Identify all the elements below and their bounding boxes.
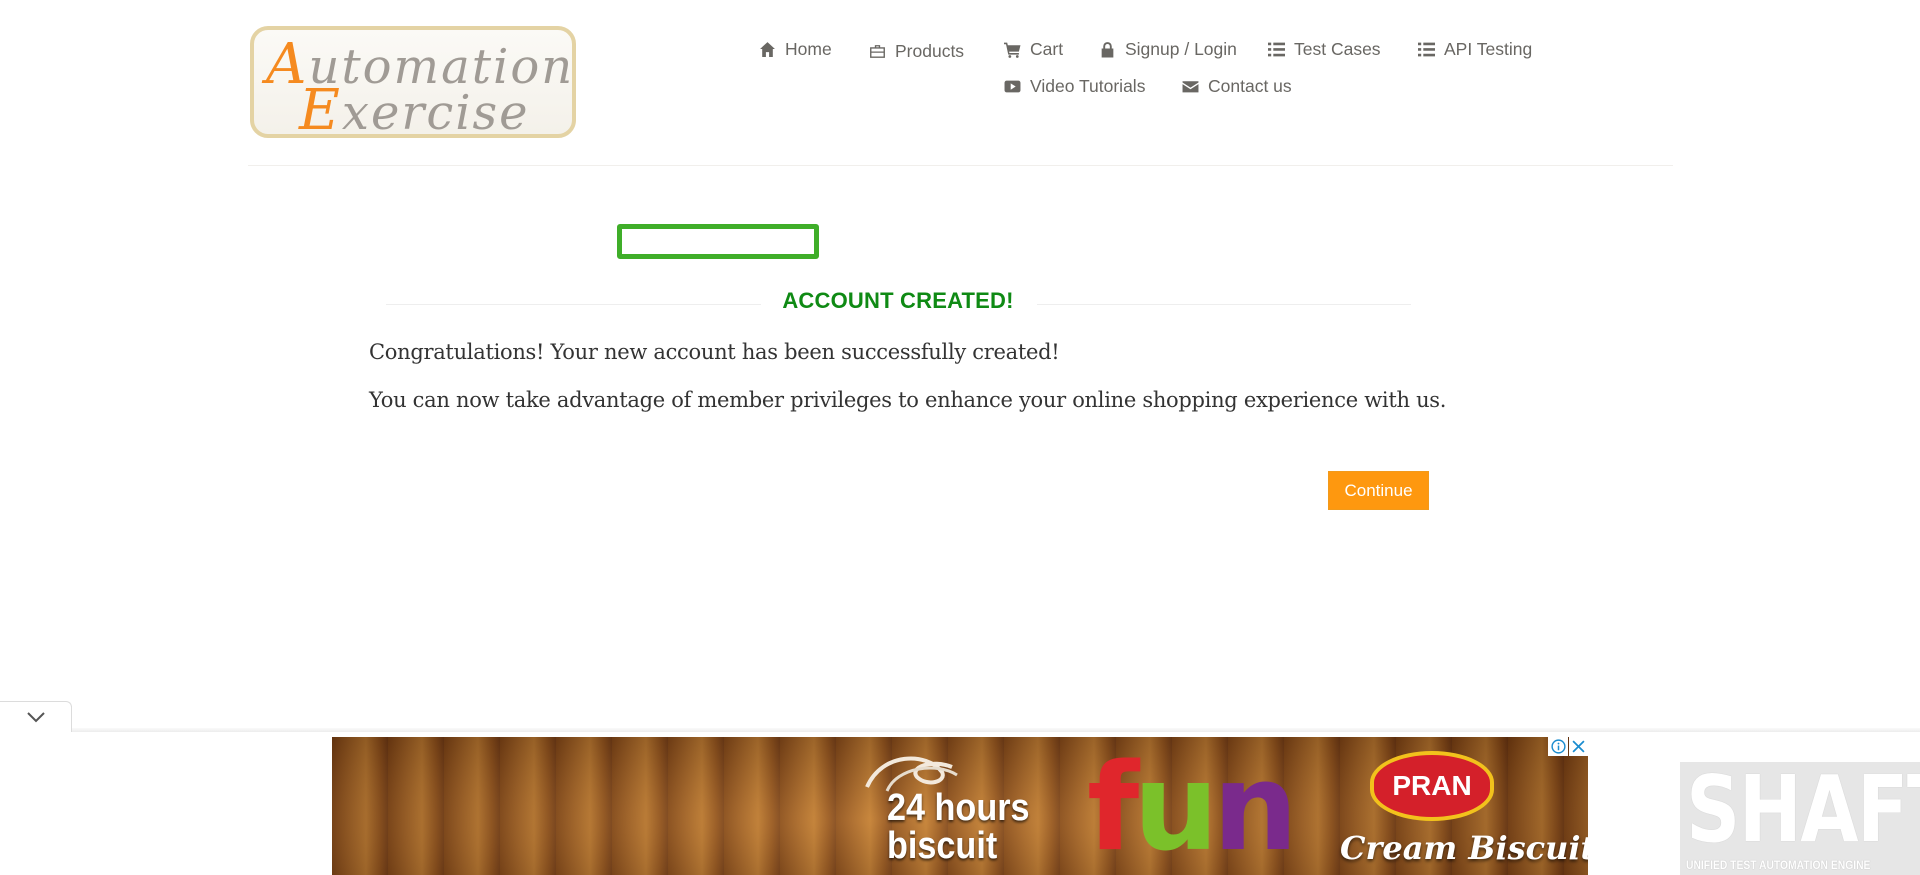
list-icon	[1268, 42, 1285, 57]
ad-banner[interactable]: 24 hours biscuit fun PRAN Cream Biscuit	[332, 737, 1588, 875]
chevron-down-icon	[26, 712, 45, 723]
nav-api-testing-label: API Testing	[1444, 39, 1533, 59]
member-privileges-message: You can now take advantage of member pri…	[369, 388, 1447, 412]
continue-button[interactable]: Continue	[1328, 471, 1429, 510]
youtube-play-icon	[1004, 80, 1021, 93]
lock-icon	[1101, 42, 1114, 58]
nav-contact-us-label: Contact us	[1208, 76, 1292, 96]
nav-contact-us[interactable]: Contact us	[1182, 76, 1292, 97]
account-created-heading: ACCOUNT CREATED!	[782, 288, 1014, 313]
ad-collapse-toggle[interactable]	[0, 701, 72, 732]
briefcase-icon	[870, 45, 885, 58]
nav-api-testing[interactable]: API Testing	[1418, 39, 1532, 60]
nav-video-tutorials[interactable]: Video Tutorials	[1004, 76, 1145, 97]
ad-headline: 24 hours biscuit	[887, 789, 1030, 865]
info-icon	[1550, 739, 1566, 754]
nav-cart-label: Cart	[1030, 39, 1064, 59]
list-icon	[1418, 42, 1435, 57]
ad-product-name: Cream Biscuit	[1340, 829, 1588, 867]
nav-home-label: Home	[785, 39, 832, 59]
close-icon	[1572, 740, 1585, 753]
shaft-watermark: SHAFT UNIFIED TEST AUTOMATION ENGINE	[1680, 762, 1920, 875]
nav-home[interactable]: Home	[759, 39, 832, 60]
fun-logo: fun	[1087, 739, 1298, 875]
main-navigation: Home Products Cart Signup / Login Test C…	[0, 0, 1920, 110]
shopping-cart-icon	[1004, 42, 1021, 58]
congratulations-message: Congratulations! Your new account has be…	[369, 340, 1060, 364]
nav-video-tutorials-label: Video Tutorials	[1030, 76, 1146, 96]
ad-headline-line-2: biscuit	[887, 825, 998, 867]
nav-test-cases[interactable]: Test Cases	[1268, 39, 1381, 60]
home-icon	[760, 42, 775, 57]
nav-signup-login[interactable]: Signup / Login	[1099, 39, 1237, 60]
nav-signup-login-label: Signup / Login	[1125, 39, 1237, 59]
nav-products-label: Products	[895, 41, 965, 61]
ad-container-top-border	[72, 728, 1920, 732]
ad-headline-line-1: 24 hours	[887, 787, 1030, 829]
nav-products[interactable]: Products	[869, 41, 964, 62]
ad-info-button[interactable]	[1548, 737, 1568, 756]
ad-close-button[interactable]	[1569, 737, 1588, 756]
nav-cart[interactable]: Cart	[1004, 39, 1063, 60]
watermark-title: SHAFT	[1686, 762, 1920, 863]
nav-test-cases-label: Test Cases	[1294, 39, 1381, 59]
header-divider	[248, 165, 1673, 166]
envelope-icon	[1182, 81, 1199, 93]
pran-brand-badge: PRAN	[1370, 751, 1494, 821]
highlight-box	[617, 224, 819, 259]
watermark-subtitle: UNIFIED TEST AUTOMATION ENGINE	[1686, 858, 1871, 872]
